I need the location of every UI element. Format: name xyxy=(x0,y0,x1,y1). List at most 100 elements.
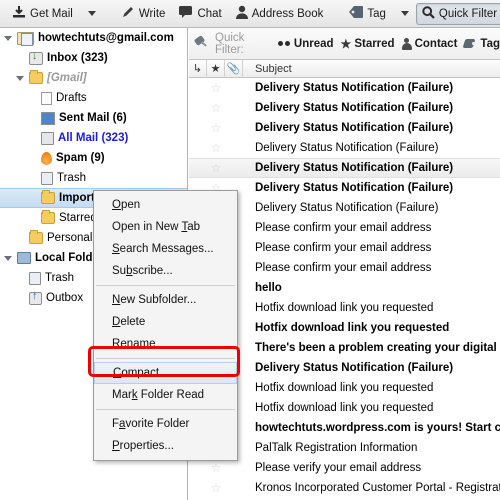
sidebar-item-inbox-323[interactable]: Inbox (323) xyxy=(0,48,187,68)
context-menu-item-label: Rename xyxy=(112,338,156,350)
quick-filter-unread-button[interactable]: Unread xyxy=(277,38,334,50)
star-toggle-icon[interactable]: ☆ xyxy=(207,482,225,494)
star-toggle-icon[interactable]: ☆ xyxy=(207,102,225,114)
context-menu-item-delete[interactable]: Delete xyxy=(94,311,237,333)
twisty-placeholder xyxy=(16,274,25,283)
twisty-placeholder xyxy=(28,174,37,183)
star-icon: ★ xyxy=(340,36,352,51)
toolbar-get-mail-dropdown[interactable] xyxy=(81,3,101,25)
contact-icon xyxy=(401,37,412,50)
toolbar-tag-button[interactable]: Tag xyxy=(343,3,392,25)
twisty-expanded-icon[interactable] xyxy=(16,74,25,83)
toolbar-tag-dropdown[interactable] xyxy=(394,3,414,25)
unread-dots-icon xyxy=(277,40,291,47)
sidebar-item-label: Trash xyxy=(45,272,74,284)
quick-filter-starred-button[interactable]: ★ Starred xyxy=(341,38,395,50)
message-row[interactable]: ☆ Delivery Status Notification (Failure) xyxy=(189,138,500,158)
sidebar-item-gmail[interactable]: [Gmail] xyxy=(0,68,187,88)
quick-filter-label: Quick Filter: xyxy=(215,31,245,56)
sidebar-item-howtechtuts-gmail-com[interactable]: howtechtuts@gmail.com xyxy=(0,28,187,48)
star-column-icon[interactable]: ★ xyxy=(207,59,225,78)
message-subject: Delivery Status Notification (Failure) xyxy=(255,142,439,154)
star-toggle-icon[interactable]: ☆ xyxy=(207,82,225,94)
toolbar-write-button[interactable]: Write xyxy=(115,3,172,25)
message-subject: PalTalk Registration Information xyxy=(255,442,418,454)
sidebar-item-label: Spam (9) xyxy=(56,152,105,164)
star-toggle-icon[interactable]: ☆ xyxy=(207,122,225,134)
sidebar-item-drafts[interactable]: Drafts xyxy=(0,88,187,108)
twisty-expanded-icon[interactable] xyxy=(4,254,13,263)
star-toggle-icon[interactable]: ☆ xyxy=(207,162,225,174)
quick-filter-bar: Quick Filter: Unread ★ Starred Contact Tag xyxy=(189,28,500,60)
menu-separator xyxy=(96,285,235,286)
message-subject: Delivery Status Notification (Failure) xyxy=(255,102,454,114)
message-row[interactable]: ☆ Delivery Status Notification (Failure) xyxy=(189,98,500,118)
context-menu-item-search-messages[interactable]: Search Messages... xyxy=(94,238,237,260)
message-row[interactable]: ☆ Please verify your email address xyxy=(189,458,500,478)
all-mail-icon xyxy=(41,131,54,145)
context-menu-item-compact[interactable]: Compact xyxy=(94,362,237,384)
message-subject: Delivery Status Notification (Failure) xyxy=(255,202,439,214)
sidebar-item-label: [Gmail] xyxy=(47,72,87,84)
twisty-placeholder xyxy=(16,54,25,63)
menu-separator xyxy=(96,358,235,359)
twisty-placeholder xyxy=(28,214,37,223)
sidebar-item-all-mail-323[interactable]: All Mail (323) xyxy=(0,128,187,148)
pushpin-icon[interactable] xyxy=(193,36,208,51)
message-row[interactable]: ☆ Delivery Status Notification (Failure) xyxy=(189,78,500,98)
sidebar-item-sent-mail-6[interactable]: Sent Mail (6) xyxy=(0,108,187,128)
message-subject: howtechtuts.wordpress.com is yours! Star… xyxy=(255,422,500,434)
message-subject: Hotfix download link you requested xyxy=(255,382,434,394)
context-menu-item-open[interactable]: Open xyxy=(94,194,237,216)
message-row[interactable]: ☆ Delivery Status Notification (Failure) xyxy=(189,158,500,178)
sidebar-item-label: howtechtuts@gmail.com xyxy=(38,32,174,44)
sidebar-item-label: Trash xyxy=(57,172,86,184)
message-row[interactable]: ☆ Delivery Status Notification (Failure) xyxy=(189,118,500,138)
sidebar-item-label: Sent Mail (6) xyxy=(59,112,127,124)
thread-column-icon[interactable]: ↳ xyxy=(189,59,207,78)
sent-mail-icon xyxy=(41,111,55,125)
twisty-placeholder xyxy=(28,114,37,123)
toolbar-quick-filter-button[interactable]: Quick Filter xyxy=(415,2,500,25)
quick-filter-tag-button[interactable]: Tag xyxy=(464,38,500,50)
sidebar-item-trash[interactable]: Trash xyxy=(0,168,187,188)
context-menu-item-subscribe[interactable]: Subscribe... xyxy=(94,260,237,282)
context-menu-item-mark-folder-read[interactable]: Mark Folder Read xyxy=(94,384,237,406)
context-menu-item-properties[interactable]: Properties... xyxy=(94,435,237,457)
context-menu-item-label: Delete xyxy=(112,316,146,328)
twisty-placeholder xyxy=(28,94,37,103)
message-subject: Delivery Status Notification (Failure) xyxy=(255,362,454,374)
message-row[interactable]: ☆ Kronos Incorporated Customer Portal - R… xyxy=(189,478,500,498)
toolbar-chat-button[interactable]: Chat xyxy=(173,3,227,25)
trash-icon xyxy=(29,271,41,285)
local-folders-icon xyxy=(17,252,31,264)
star-toggle-icon[interactable]: ☆ xyxy=(207,462,225,474)
star-toggle-icon[interactable]: ☆ xyxy=(207,142,225,154)
context-menu-item-label: Open in New Tab xyxy=(112,221,201,233)
message-subject: Hotfix download link you requested xyxy=(255,302,434,314)
toolbar-item-label: Chat xyxy=(197,7,222,20)
twisty-expanded-icon[interactable] xyxy=(4,34,13,43)
quick-filter-button-label: Starred xyxy=(354,37,395,50)
context-menu-item-open-in-new-tab[interactable]: Open in New Tab xyxy=(94,216,237,238)
quick-filter-contact-button[interactable]: Contact xyxy=(401,37,457,50)
context-menu-item-rename[interactable]: Rename xyxy=(94,333,237,355)
message-subject: Please confirm your email address xyxy=(255,222,432,234)
message-subject: Please verify your email address xyxy=(255,462,422,474)
message-subject: hello xyxy=(255,282,282,294)
context-menu-item-favorite-folder[interactable]: Favorite Folder xyxy=(94,413,237,435)
folder-icon xyxy=(29,70,43,84)
toolbar-address-book-button[interactable]: Address Book xyxy=(230,3,330,25)
context-menu-item-label: Search Messages... xyxy=(112,243,214,255)
sidebar-item-spam-9[interactable]: Spam (9) xyxy=(0,148,187,168)
document-icon xyxy=(41,91,52,105)
subject-column-header[interactable]: Subject xyxy=(243,60,500,78)
message-list-column-headers[interactable]: ↳ ★ 📎 Subject xyxy=(189,59,500,78)
folder-context-menu[interactable]: Open Open in New Tab Search Messages... Sub… xyxy=(93,190,238,461)
paperclip-column-icon[interactable]: 📎 xyxy=(225,59,243,78)
twisty-placeholder xyxy=(16,234,25,243)
quick-filter-button-label: Tag xyxy=(480,37,500,50)
toolbar-get-mail-button[interactable]: Get Mail xyxy=(6,3,79,25)
sidebar-item-label: All Mail (323) xyxy=(58,132,129,144)
context-menu-item-new-subfolder[interactable]: New Subfolder... xyxy=(94,289,237,311)
